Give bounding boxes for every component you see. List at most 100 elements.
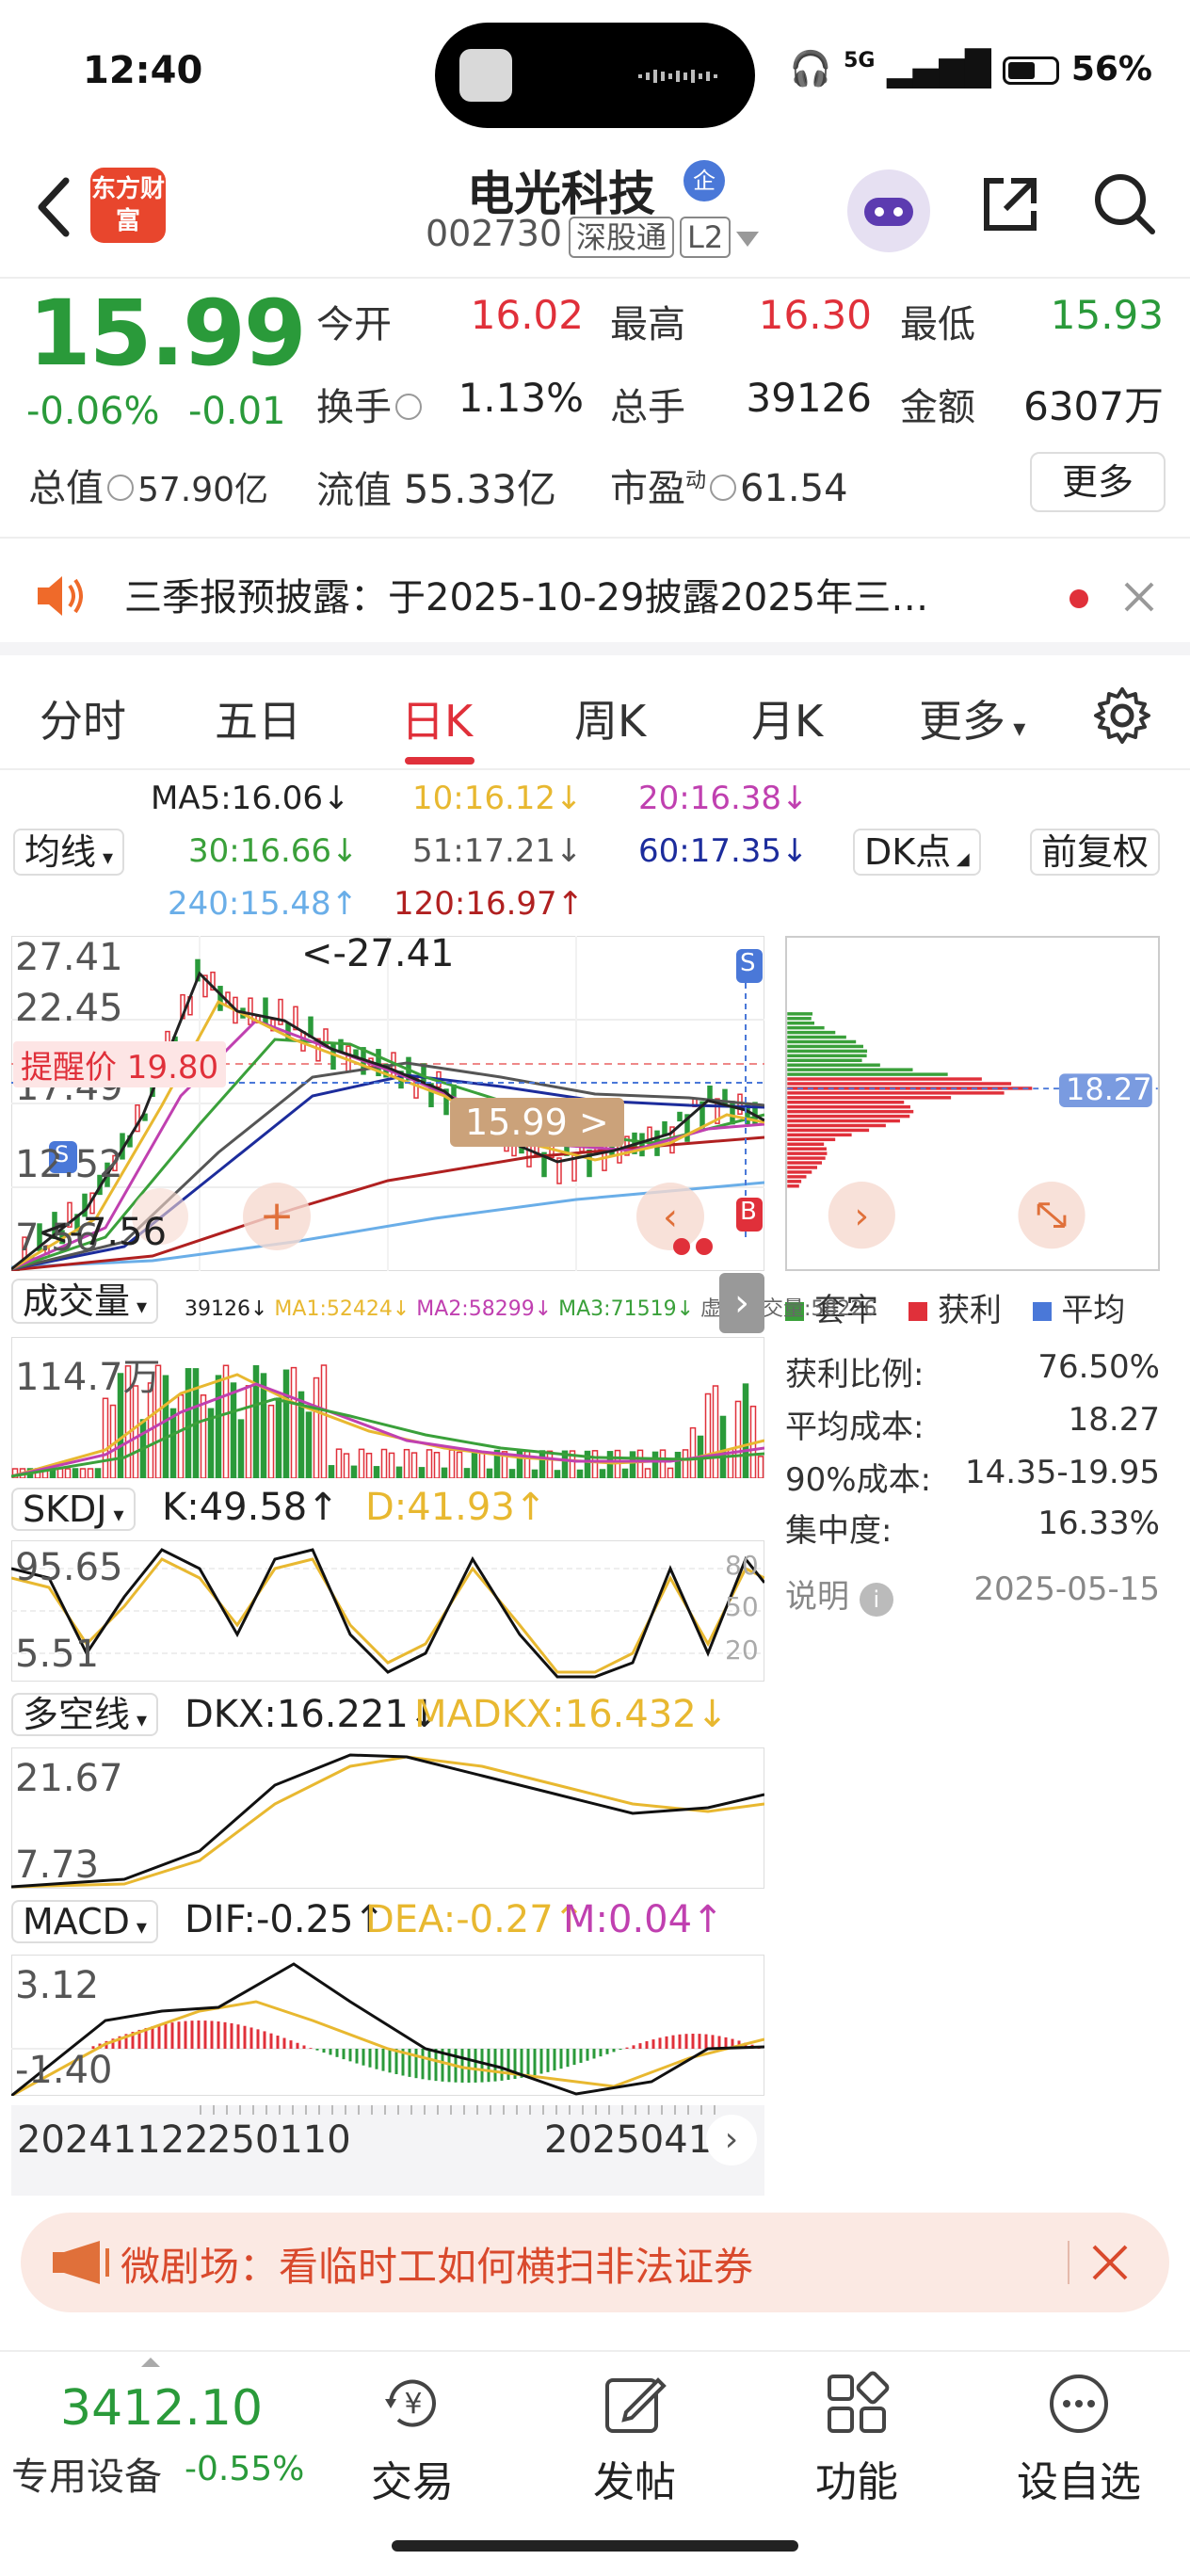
macd-bar bbox=[282, 2037, 286, 2049]
unread-dot bbox=[1069, 589, 1088, 608]
nav-post[interactable]: 发帖 bbox=[569, 2371, 700, 2508]
volume-bar bbox=[546, 1450, 554, 1478]
tab-monthly-k[interactable]: 月K bbox=[751, 687, 823, 749]
date-mid: 250110 bbox=[207, 2118, 351, 2162]
macd-bar bbox=[665, 2036, 668, 2049]
nav-functions[interactable]: 功能 bbox=[791, 2371, 923, 2508]
volume-bar bbox=[636, 1449, 644, 1478]
change-amount: -0.01 bbox=[188, 390, 286, 433]
dropdown-triangle-icon[interactable] bbox=[734, 230, 761, 249]
sell-marker-left: S bbox=[55, 1141, 70, 1167]
macd-bar bbox=[414, 2049, 418, 2079]
nav-add-watchlist[interactable]: 设自选 bbox=[1013, 2371, 1145, 2508]
tab-five-day[interactable]: 五日 bbox=[215, 687, 301, 749]
skdj-d-value: D:41.93↑ bbox=[365, 1486, 547, 1529]
info-icon[interactable] bbox=[395, 394, 422, 420]
dkx-indicator-selector[interactable]: 多空线 ▾ bbox=[11, 1693, 159, 1736]
close-icon[interactable] bbox=[1120, 578, 1158, 616]
current-price-tag[interactable]: 15.99 > bbox=[450, 1098, 624, 1147]
volume-bar bbox=[682, 1449, 689, 1478]
skdj-chart[interactable] bbox=[11, 1540, 764, 1682]
tab-more[interactable]: 更多 ▾ bbox=[919, 687, 1025, 749]
back-arrow-icon[interactable] bbox=[28, 169, 79, 245]
change-percent: -0.06% bbox=[26, 390, 160, 433]
current-price: 15.99 bbox=[28, 281, 307, 386]
ma10-value: 10:16.12↓ bbox=[412, 780, 583, 817]
status-indicators: 🎧 5G ▂▄▆█ 56% bbox=[790, 49, 1152, 89]
volume-bar bbox=[282, 1369, 290, 1478]
macd-bar bbox=[177, 2021, 181, 2049]
info-icon[interactable] bbox=[107, 475, 134, 501]
chip-bar bbox=[787, 1101, 905, 1104]
alert-price-label[interactable]: 提醒价 19.80 bbox=[13, 1041, 227, 1087]
dk-point-button[interactable]: DK点 ◢ bbox=[853, 829, 981, 876]
sector-index-value[interactable]: 3412.10 bbox=[60, 2380, 263, 2437]
dynamic-island[interactable] bbox=[435, 23, 755, 128]
promo-banner[interactable]: 微剧场：看临时工如何横扫非法证券 bbox=[21, 2213, 1169, 2312]
app-logo[interactable]: 东方财富 bbox=[90, 168, 166, 243]
open-value: 16.02 bbox=[470, 292, 584, 338]
scroll-right-button[interactable]: › bbox=[706, 2115, 757, 2165]
info-icon: i bbox=[859, 1583, 893, 1617]
tab-daily-k[interactable]: 日K bbox=[401, 687, 473, 749]
time-axis[interactable]: 20241122 250110 2025041 › bbox=[11, 2105, 764, 2196]
chip-bar bbox=[787, 1068, 913, 1071]
volume-bar bbox=[343, 1453, 350, 1478]
avg-cost-label: 平均成本: bbox=[785, 1409, 925, 1446]
expand-up-icon[interactable] bbox=[141, 2358, 160, 2367]
macd-bar bbox=[546, 2049, 550, 2072]
volume-bar bbox=[365, 1452, 373, 1478]
dkx-chart[interactable] bbox=[11, 1747, 764, 1889]
chip-bar bbox=[787, 1096, 952, 1100]
macd-bar bbox=[645, 2041, 649, 2049]
announcement-bar[interactable]: 三季报预披露：于2025-10-29披露2025年三… bbox=[0, 539, 1190, 655]
close-icon[interactable] bbox=[1086, 2239, 1134, 2286]
concentration-label: 集中度: bbox=[785, 1512, 892, 1550]
chip-bar bbox=[787, 1147, 827, 1151]
macd-m-value: M:0.04↑ bbox=[563, 1898, 724, 1941]
more-quote-button[interactable]: 更多 bbox=[1030, 452, 1166, 512]
low-value: 15.93 bbox=[1050, 292, 1164, 338]
chip-explain-link[interactable]: 说明 i bbox=[785, 1570, 893, 1617]
volume-bar bbox=[267, 1404, 275, 1478]
nav-trade[interactable]: ¥ 交易 bbox=[346, 2371, 478, 2508]
chip-bar bbox=[787, 1072, 948, 1076]
share-icon[interactable] bbox=[975, 169, 1043, 237]
volume-bar bbox=[388, 1452, 395, 1478]
chip-bar bbox=[787, 1082, 1012, 1086]
volume-bar bbox=[629, 1451, 636, 1478]
volume-indicator-selector[interactable]: 成交量 ▾ bbox=[11, 1279, 159, 1324]
home-indicator[interactable] bbox=[392, 2540, 798, 2552]
volume-bar bbox=[56, 1468, 64, 1478]
gear-icon[interactable] bbox=[1092, 685, 1152, 746]
adjustment-button[interactable]: 前复权 bbox=[1030, 829, 1161, 876]
announcement-text[interactable]: 三季报预披露：于2025-10-29披露2025年三… bbox=[124, 567, 928, 621]
promo-text[interactable]: 微剧场：看临时工如何横扫非法证券 bbox=[121, 2235, 753, 2293]
macd-chart[interactable] bbox=[11, 1955, 764, 2096]
active-tab-indicator bbox=[405, 757, 474, 765]
expand-panel-button[interactable]: › bbox=[719, 1273, 764, 1333]
search-icon[interactable] bbox=[1090, 169, 1158, 237]
macd-indicator-selector[interactable]: MACD ▾ bbox=[11, 1900, 158, 1943]
ma240-value: 240:15.48↑ bbox=[168, 885, 359, 923]
candle bbox=[639, 1133, 645, 1157]
ai-assistant-icon[interactable] bbox=[847, 169, 930, 252]
tab-intraday[interactable]: 分时 bbox=[40, 687, 126, 749]
svg-text:‹: ‹ bbox=[663, 1196, 678, 1239]
info-icon[interactable] bbox=[710, 475, 737, 501]
chip-bar bbox=[787, 1049, 868, 1054]
volume-bar bbox=[328, 1465, 335, 1478]
candle bbox=[217, 986, 223, 1011]
macd-bar bbox=[553, 2049, 556, 2071]
volume-bar bbox=[185, 1368, 192, 1478]
chip-bar bbox=[787, 1035, 846, 1039]
tab-weekly-k[interactable]: 周K bbox=[574, 687, 646, 749]
volume-bar bbox=[456, 1451, 463, 1478]
trade-yen-icon: ¥ bbox=[385, 2379, 436, 2427]
sector-name[interactable]: 专用设备 bbox=[11, 2446, 162, 2501]
skdj-indicator-selector[interactable]: SKDJ ▾ bbox=[11, 1488, 136, 1531]
volume-bar bbox=[373, 1466, 380, 1478]
macd-dif-value: DIF:-0.25↑ bbox=[185, 1898, 385, 1941]
indicator-selector[interactable]: 均线 ▾ bbox=[13, 829, 125, 876]
chip-bar bbox=[787, 1039, 857, 1044]
